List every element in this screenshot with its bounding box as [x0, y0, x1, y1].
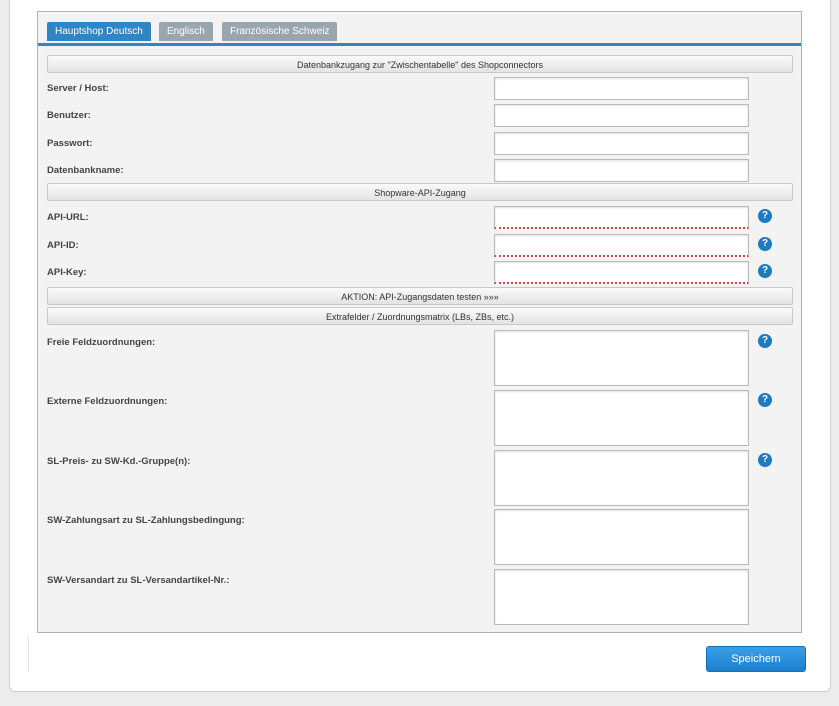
section-extra-fields: Extrafelder / Zuordnungsmatrix (LBs, ZBs…: [47, 307, 793, 325]
api-key-help-icon[interactable]: ?: [758, 264, 772, 278]
api-key-input[interactable]: [494, 261, 749, 284]
api-url-input[interactable]: [494, 206, 749, 229]
payment-mapping-textarea[interactable]: [494, 509, 749, 565]
section-db-access: Datenbankzugang zur "Zwischentabelle" de…: [47, 55, 793, 73]
card-divider: [28, 636, 29, 672]
tab-franzoesische-schweiz[interactable]: Französische Schweiz: [222, 22, 338, 41]
password-label: Passwort:: [47, 138, 93, 149]
tab-englisch[interactable]: Englisch: [159, 22, 213, 41]
payment-mapping-label: SW-Zahlungsart zu SL-Zahlungsbedingung:: [47, 515, 245, 526]
api-url-label: API-URL:: [47, 212, 89, 223]
free-mapping-help-icon[interactable]: ?: [758, 334, 772, 348]
price-group-label: SL-Preis- zu SW-Kd.-Gruppe(n):: [47, 456, 191, 467]
api-url-help-icon[interactable]: ?: [758, 209, 772, 223]
tab-hauptshop-deutsch[interactable]: Hauptshop Deutsch: [47, 22, 151, 41]
api-id-input[interactable]: [494, 234, 749, 257]
external-mapping-label: Externe Feldzuordnungen:: [47, 396, 168, 407]
tab-bar: Hauptshop Deutsch Englisch Französische …: [38, 12, 801, 46]
shipping-mapping-textarea[interactable]: [494, 569, 749, 625]
api-id-label: API-ID:: [47, 240, 79, 251]
external-mapping-textarea[interactable]: [494, 390, 749, 446]
shipping-mapping-label: SW-Versandart zu SL-Versandartikel-Nr.:: [47, 575, 230, 586]
external-mapping-help-icon[interactable]: ?: [758, 393, 772, 407]
save-button[interactable]: Speichern: [706, 646, 806, 672]
test-api-credentials-button[interactable]: AKTION: API-Zugangsdaten testen »»»: [47, 287, 793, 305]
dbname-label: Datenbankname:: [47, 165, 124, 176]
section-api-access: Shopware-API-Zugang: [47, 183, 793, 201]
free-mapping-label: Freie Feldzuordnungen:: [47, 337, 156, 348]
price-group-help-icon[interactable]: ?: [758, 453, 772, 467]
free-mapping-textarea[interactable]: [494, 330, 749, 386]
dbname-input[interactable]: [494, 159, 749, 182]
api-key-label: API-Key:: [47, 267, 87, 278]
password-input[interactable]: [494, 132, 749, 155]
price-group-textarea[interactable]: [494, 450, 749, 506]
user-label: Benutzer:: [47, 110, 91, 121]
api-id-help-icon[interactable]: ?: [758, 237, 772, 251]
server-input[interactable]: [494, 77, 749, 100]
user-input[interactable]: [494, 104, 749, 127]
settings-panel: Hauptshop Deutsch Englisch Französische …: [37, 11, 802, 633]
server-label: Server / Host:: [47, 83, 109, 94]
